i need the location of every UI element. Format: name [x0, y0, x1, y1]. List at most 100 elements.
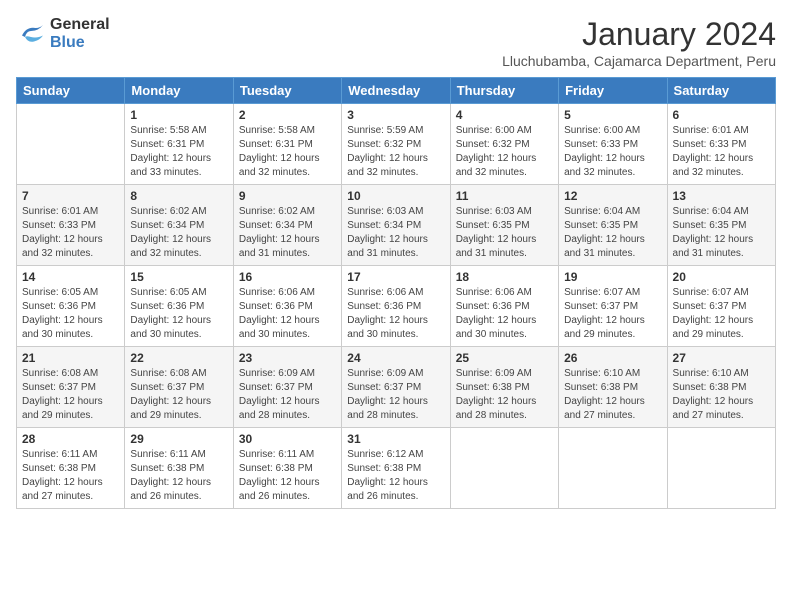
day-content: Sunrise: 6:06 AMSunset: 6:36 PMDaylight:… — [239, 286, 336, 342]
day-content: Sunrise: 6:07 AMSunset: 6:37 PMDaylight:… — [673, 286, 770, 342]
day-content: Sunrise: 5:59 AMSunset: 6:32 PMDaylight:… — [347, 124, 444, 180]
day-number: 30 — [239, 432, 336, 446]
day-number: 31 — [347, 432, 444, 446]
month-title: January 2024 — [502, 16, 776, 53]
day-content: Sunrise: 6:08 AMSunset: 6:37 PMDaylight:… — [22, 367, 119, 423]
day-content: Sunrise: 6:11 AMSunset: 6:38 PMDaylight:… — [22, 448, 119, 504]
calendar-week-row: 14 Sunrise: 6:05 AMSunset: 6:36 PMDayligh… — [17, 266, 776, 347]
calendar-cell: 22 Sunrise: 6:08 AMSunset: 6:37 PMDayligh… — [125, 347, 233, 428]
calendar-cell: 8Sunrise: 6:02 AMSunset: 6:34 PMDaylight… — [125, 185, 233, 266]
calendar-cell: 4Sunrise: 6:00 AMSunset: 6:32 PMDaylight… — [450, 104, 558, 185]
day-content: Sunrise: 5:58 AMSunset: 6:31 PMDaylight:… — [130, 124, 227, 180]
day-number: 14 — [22, 270, 119, 284]
day-content: Sunrise: 6:04 AMSunset: 6:35 PMDaylight:… — [564, 205, 661, 261]
day-content: Sunrise: 6:11 AMSunset: 6:38 PMDaylight:… — [239, 448, 336, 504]
day-content: Sunrise: 6:03 AMSunset: 6:34 PMDaylight:… — [347, 205, 444, 261]
calendar-cell: 25Sunrise: 6:09 AMSunset: 6:38 PMDayligh… — [450, 347, 558, 428]
calendar-cell: 24Sunrise: 6:09 AMSunset: 6:37 PMDayligh… — [342, 347, 450, 428]
calendar-cell: 18 Sunrise: 6:06 AMSunset: 6:36 PMDayligh… — [450, 266, 558, 347]
day-content: Sunrise: 6:11 AMSunset: 6:38 PMDaylight:… — [130, 448, 227, 504]
calendar-cell: 3 Sunrise: 5:59 AMSunset: 6:32 PMDaylight… — [342, 104, 450, 185]
day-content: Sunrise: 6:07 AMSunset: 6:37 PMDaylight:… — [564, 286, 661, 342]
day-content: Sunrise: 6:04 AMSunset: 6:35 PMDaylight:… — [673, 205, 770, 261]
day-content: Sunrise: 6:10 AMSunset: 6:38 PMDaylight:… — [564, 367, 661, 423]
day-number: 18 — [456, 270, 553, 284]
day-number: 11 — [456, 189, 553, 203]
calendar-cell: 15Sunrise: 6:05 AMSunset: 6:36 PMDayligh… — [125, 266, 233, 347]
calendar-cell — [667, 428, 775, 509]
calendar-cell: 31 Sunrise: 6:12 AMSunset: 6:38 PMDayligh… — [342, 428, 450, 509]
day-content: Sunrise: 6:08 AMSunset: 6:37 PMDaylight:… — [130, 367, 227, 423]
day-number: 3 — [347, 108, 444, 122]
calendar-cell: 11Sunrise: 6:03 AMSunset: 6:35 PMDayligh… — [450, 185, 558, 266]
day-content: Sunrise: 6:02 AMSunset: 6:34 PMDaylight:… — [239, 205, 336, 261]
header-wednesday: Wednesday — [342, 78, 450, 104]
day-number: 22 — [130, 351, 227, 365]
calendar-cell: 9 Sunrise: 6:02 AMSunset: 6:34 PMDaylight… — [233, 185, 341, 266]
calendar-cell: 5Sunrise: 6:00 AMSunset: 6:33 PMDaylight… — [559, 104, 667, 185]
calendar-cell: 29 Sunrise: 6:11 AMSunset: 6:38 PMDayligh… — [125, 428, 233, 509]
day-number: 10 — [347, 189, 444, 203]
calendar-cell — [559, 428, 667, 509]
calendar-cell: 26 Sunrise: 6:10 AMSunset: 6:38 PMDayligh… — [559, 347, 667, 428]
day-number: 17 — [347, 270, 444, 284]
page-header: General Blue January 2024 Lluchubamba, C… — [16, 16, 776, 69]
day-content: Sunrise: 6:01 AMSunset: 6:33 PMDaylight:… — [673, 124, 770, 180]
calendar-cell: 21Sunrise: 6:08 AMSunset: 6:37 PMDayligh… — [17, 347, 125, 428]
logo-text: General Blue — [50, 16, 110, 52]
day-number: 26 — [564, 351, 661, 365]
calendar-cell: 1Sunrise: 5:58 AMSunset: 6:31 PMDaylight… — [125, 104, 233, 185]
calendar-cell: 12 Sunrise: 6:04 AMSunset: 6:35 PMDayligh… — [559, 185, 667, 266]
calendar-header-row: SundayMondayTuesdayWednesdayThursdayFrid… — [17, 78, 776, 104]
day-number: 9 — [239, 189, 336, 203]
header-monday: Monday — [125, 78, 233, 104]
day-number: 6 — [673, 108, 770, 122]
day-content: Sunrise: 6:00 AMSunset: 6:32 PMDaylight:… — [456, 124, 553, 180]
location: Lluchubamba, Cajamarca Department, Peru — [502, 53, 776, 69]
calendar-week-row: 7 Sunrise: 6:01 AMSunset: 6:33 PMDaylight… — [17, 185, 776, 266]
calendar-cell: 23 Sunrise: 6:09 AMSunset: 6:37 PMDayligh… — [233, 347, 341, 428]
day-content: Sunrise: 6:05 AMSunset: 6:36 PMDaylight:… — [22, 286, 119, 342]
calendar-cell: 30 Sunrise: 6:11 AMSunset: 6:38 PMDayligh… — [233, 428, 341, 509]
calendar-cell: 14 Sunrise: 6:05 AMSunset: 6:36 PMDayligh… — [17, 266, 125, 347]
calendar-week-row: 21Sunrise: 6:08 AMSunset: 6:37 PMDayligh… — [17, 347, 776, 428]
day-content: Sunrise: 6:01 AMSunset: 6:33 PMDaylight:… — [22, 205, 119, 261]
calendar-cell: 19 Sunrise: 6:07 AMSunset: 6:37 PMDayligh… — [559, 266, 667, 347]
title-block: January 2024 Lluchubamba, Cajamarca Depa… — [502, 16, 776, 69]
day-content: Sunrise: 6:06 AMSunset: 6:36 PMDaylight:… — [347, 286, 444, 342]
day-content: Sunrise: 6:12 AMSunset: 6:38 PMDaylight:… — [347, 448, 444, 504]
day-number: 12 — [564, 189, 661, 203]
calendar-cell: 17 Sunrise: 6:06 AMSunset: 6:36 PMDayligh… — [342, 266, 450, 347]
calendar-cell — [450, 428, 558, 509]
day-number: 16 — [239, 270, 336, 284]
day-number: 23 — [239, 351, 336, 365]
day-content: Sunrise: 6:06 AMSunset: 6:36 PMDaylight:… — [456, 286, 553, 342]
day-content: Sunrise: 6:10 AMSunset: 6:38 PMDaylight:… — [673, 367, 770, 423]
calendar-cell: 20Sunrise: 6:07 AMSunset: 6:37 PMDayligh… — [667, 266, 775, 347]
header-thursday: Thursday — [450, 78, 558, 104]
day-content: Sunrise: 5:58 AMSunset: 6:31 PMDaylight:… — [239, 124, 336, 180]
day-number: 28 — [22, 432, 119, 446]
header-friday: Friday — [559, 78, 667, 104]
calendar-cell: 10 Sunrise: 6:03 AMSunset: 6:34 PMDayligh… — [342, 185, 450, 266]
calendar-cell — [17, 104, 125, 185]
calendar-cell: 16 Sunrise: 6:06 AMSunset: 6:36 PMDayligh… — [233, 266, 341, 347]
day-number: 13 — [673, 189, 770, 203]
day-number: 27 — [673, 351, 770, 365]
day-number: 15 — [130, 270, 227, 284]
day-content: Sunrise: 6:09 AMSunset: 6:37 PMDaylight:… — [239, 367, 336, 423]
day-number: 7 — [22, 189, 119, 203]
calendar-table: SundayMondayTuesdayWednesdayThursdayFrid… — [16, 77, 776, 509]
calendar-week-row: 1Sunrise: 5:58 AMSunset: 6:31 PMDaylight… — [17, 104, 776, 185]
day-content: Sunrise: 6:02 AMSunset: 6:34 PMDaylight:… — [130, 205, 227, 261]
logo: General Blue — [16, 16, 110, 52]
day-content: Sunrise: 6:00 AMSunset: 6:33 PMDaylight:… — [564, 124, 661, 180]
day-number: 29 — [130, 432, 227, 446]
day-number: 19 — [564, 270, 661, 284]
header-tuesday: Tuesday — [233, 78, 341, 104]
day-content: Sunrise: 6:09 AMSunset: 6:38 PMDaylight:… — [456, 367, 553, 423]
header-sunday: Sunday — [17, 78, 125, 104]
day-number: 2 — [239, 108, 336, 122]
calendar-cell: 7 Sunrise: 6:01 AMSunset: 6:33 PMDaylight… — [17, 185, 125, 266]
calendar-cell: 13 Sunrise: 6:04 AMSunset: 6:35 PMDayligh… — [667, 185, 775, 266]
